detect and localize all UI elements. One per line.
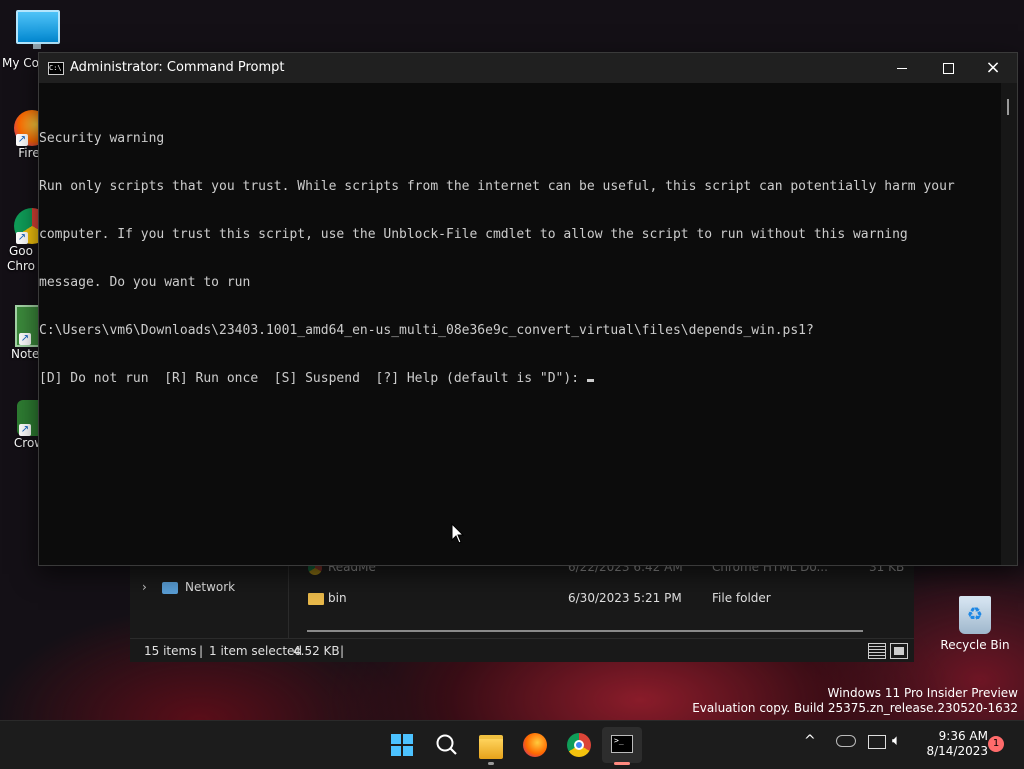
- start-button[interactable]: [382, 727, 422, 763]
- network-icon: [162, 582, 178, 594]
- maximize-icon: [942, 62, 954, 74]
- details-view-icon[interactable]: [868, 643, 886, 659]
- window-title: Administrator: Command Prompt: [70, 60, 285, 75]
- shortcut-arrow-icon: ↗: [16, 232, 28, 244]
- chevron-right-icon[interactable]: ›: [142, 580, 147, 594]
- watermark-edition: Windows 11 Pro Insider Preview: [827, 686, 1018, 700]
- firefox-icon: [523, 733, 547, 757]
- chrome-center: [574, 740, 584, 750]
- system-clock[interactable]: 9:36 AM 8/14/2023: [916, 729, 988, 759]
- console-line: computer. If you trust this script, use …: [39, 227, 908, 242]
- shortcut-arrow-icon: ↗: [19, 333, 31, 345]
- mouse-pointer-icon: [451, 523, 465, 544]
- desktop-icon-recycle-bin[interactable]: ♻ Recycle Bin: [940, 596, 1010, 652]
- recycle-bin-icon: ♻: [959, 596, 991, 634]
- console-prompt-line[interactable]: [D] Do not run [R] Run once [S] Suspend …: [39, 371, 1001, 387]
- console-prompt: [D] Do not run [R] Run once [S] Suspend …: [39, 371, 587, 386]
- terminal-icon: >_: [611, 735, 633, 753]
- close-icon: ×: [985, 57, 1001, 78]
- file-name: bin: [328, 591, 347, 605]
- monitor-icon: [16, 10, 60, 49]
- taskbar-firefox[interactable]: [515, 727, 555, 763]
- console-line: message. Do you want to run: [39, 275, 251, 290]
- minimize-icon: [897, 67, 907, 69]
- file-row[interactable]: bin 6/30/2023 5:21 PM File folder: [308, 591, 908, 611]
- status-divider: |: [199, 644, 204, 658]
- command-prompt-window[interactable]: C:\ Administrator: Command Prompt × Secu…: [38, 52, 1018, 566]
- console-line: Run only scripts that you trust. While s…: [39, 179, 955, 194]
- title-bar[interactable]: C:\ Administrator: Command Prompt ×: [39, 53, 1017, 83]
- taskbar: >_ ^ 🔈︎ 9:36 AM 8/14/2023: [0, 720, 1024, 769]
- console-output[interactable]: Security warning Run only scripts that y…: [39, 83, 1001, 565]
- console-line: Security warning: [39, 131, 165, 146]
- running-indicator: [488, 762, 494, 765]
- status-selected: 1 item selected: [209, 644, 303, 658]
- active-indicator: [614, 762, 630, 765]
- windows-logo-icon: [391, 734, 413, 756]
- shortcut-arrow-icon: ↗: [19, 424, 31, 436]
- notification-badge[interactable]: 1: [988, 736, 1004, 752]
- status-item-count: 15 items: [144, 644, 197, 658]
- show-hidden-icons-button[interactable]: ^: [804, 733, 816, 749]
- minimize-button[interactable]: [879, 53, 925, 83]
- console-line: C:\Users\vm6\Downloads\23403.1001_amd64_…: [39, 323, 814, 338]
- file-explorer-icon: [479, 735, 503, 759]
- clock-date: 8/14/2023: [926, 744, 988, 758]
- onedrive-icon[interactable]: [836, 735, 856, 747]
- search-icon: [436, 734, 457, 755]
- file-explorer-window[interactable]: › Network ReadMe 6/22/2023 6:42 AM Chrom…: [130, 552, 914, 662]
- clock-time: 9:36 AM: [938, 729, 988, 743]
- status-divider: |: [340, 644, 345, 658]
- desktop-icon-label: Recycle Bin: [940, 638, 1010, 652]
- shortcut-arrow-icon: ↗: [16, 134, 28, 146]
- network-status-icon[interactable]: [868, 735, 886, 749]
- windows-watermark: Windows 11 Pro Insider Preview Evaluatio…: [692, 686, 1018, 716]
- search-button[interactable]: [427, 727, 467, 763]
- taskbar-chrome[interactable]: [559, 727, 599, 763]
- watermark-build: Evaluation copy. Build 25375.zn_release.…: [692, 701, 1018, 715]
- status-size: 4.52 KB: [293, 644, 340, 658]
- maximize-button[interactable]: [925, 53, 971, 83]
- taskbar-file-explorer[interactable]: [471, 727, 511, 765]
- vertical-scrollbar[interactable]: [1001, 83, 1017, 565]
- nav-item-network[interactable]: › Network: [142, 580, 282, 600]
- nav-item-label: Network: [185, 580, 236, 594]
- taskbar-command-prompt[interactable]: >_: [602, 727, 642, 765]
- cmd-icon: C:\: [48, 62, 64, 75]
- close-button[interactable]: ×: [970, 53, 1016, 83]
- volume-icon[interactable]: 🔈︎: [892, 731, 901, 749]
- desktop-icon-label: Goo Chro: [7, 244, 35, 273]
- folder-icon: [308, 593, 324, 605]
- file-type: File folder: [712, 591, 771, 605]
- tiles-view-icon[interactable]: [890, 643, 908, 659]
- file-date: 6/30/2023 5:21 PM: [568, 591, 682, 605]
- horizontal-scrollbar[interactable]: [307, 630, 863, 632]
- explorer-status-bar: 15 items | 1 item selected 4.52 KB |: [130, 638, 914, 663]
- text-cursor: [586, 379, 594, 382]
- scrollbar-thumb[interactable]: [1007, 99, 1009, 115]
